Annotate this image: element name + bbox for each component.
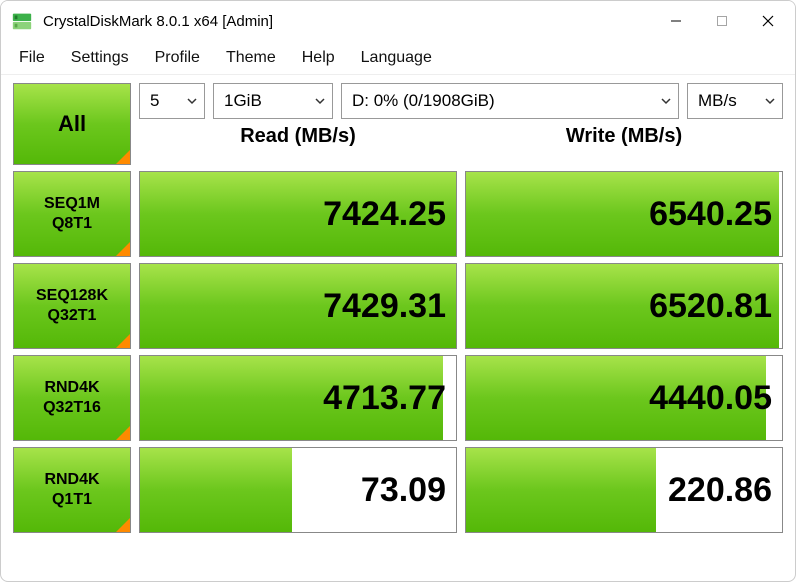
menu-profile[interactable]: Profile xyxy=(143,45,212,71)
read-cell: 73.09 xyxy=(139,447,457,533)
write-value: 4440.05 xyxy=(649,379,772,418)
size-select[interactable]: 1GiB xyxy=(213,83,333,119)
write-bar xyxy=(466,448,656,532)
read-value: 7424.25 xyxy=(323,195,446,234)
read-value: 4713.77 xyxy=(323,379,446,418)
write-cell: 6520.81 xyxy=(465,263,783,349)
row-label-line2: Q32T16 xyxy=(43,398,101,418)
maximize-button[interactable] xyxy=(699,1,745,41)
content-area: All 5 1GiB D: 0% (0/1908GiB) xyxy=(1,75,795,581)
menubar: File Settings Profile Theme Help Languag… xyxy=(1,41,795,75)
read-cell: 7429.31 xyxy=(139,263,457,349)
result-row: SEQ128KQ32T1 7429.31 6520.81 xyxy=(13,263,783,349)
write-header: Write (MB/s) xyxy=(465,125,783,148)
chevron-down-icon xyxy=(764,95,776,107)
unit-select[interactable]: MB/s xyxy=(687,83,783,119)
minimize-button[interactable] xyxy=(653,1,699,41)
chevron-down-icon xyxy=(660,95,672,107)
unit-value: MB/s xyxy=(698,91,737,111)
row-label-line1: RND4K xyxy=(44,378,99,398)
results-grid: SEQ1MQ8T1 7424.25 6540.25 SEQ128KQ32T1 7429.… xyxy=(13,171,783,569)
read-cell: 4713.77 xyxy=(139,355,457,441)
drive-select[interactable]: D: 0% (0/1908GiB) xyxy=(341,83,679,119)
menu-file[interactable]: File xyxy=(7,45,57,71)
chevron-down-icon xyxy=(314,95,326,107)
menu-theme[interactable]: Theme xyxy=(214,45,288,71)
read-header: Read (MB/s) xyxy=(139,125,457,148)
write-cell: 220.86 xyxy=(465,447,783,533)
runs-value: 5 xyxy=(150,91,159,111)
row-label-line1: RND4K xyxy=(44,470,99,490)
titlebar: CrystalDiskMark 8.0.1 x64 [Admin] xyxy=(1,1,795,41)
write-cell: 6540.25 xyxy=(465,171,783,257)
read-cell: 7424.25 xyxy=(139,171,457,257)
result-row: RND4KQ1T1 73.09 220.86 xyxy=(13,447,783,533)
run-test-button[interactable]: SEQ128KQ32T1 xyxy=(13,263,131,349)
menu-settings[interactable]: Settings xyxy=(59,45,141,71)
window-title: CrystalDiskMark 8.0.1 x64 [Admin] xyxy=(43,13,273,30)
write-value: 6540.25 xyxy=(649,195,772,234)
runs-select[interactable]: 5 xyxy=(139,83,205,119)
app-icon xyxy=(11,10,33,32)
result-row: RND4KQ32T16 4713.77 4440.05 xyxy=(13,355,783,441)
close-button[interactable] xyxy=(745,1,791,41)
row-label-line2: Q8T1 xyxy=(52,214,92,234)
write-cell: 4440.05 xyxy=(465,355,783,441)
run-test-button[interactable]: RND4KQ32T16 xyxy=(13,355,131,441)
drive-value: D: 0% (0/1908GiB) xyxy=(352,91,495,111)
menu-help[interactable]: Help xyxy=(290,45,347,71)
app-window: CrystalDiskMark 8.0.1 x64 [Admin] File S… xyxy=(0,0,796,582)
run-all-label: All xyxy=(58,111,86,137)
row-label-line2: Q32T1 xyxy=(48,306,97,326)
row-label-line2: Q1T1 xyxy=(52,490,92,510)
read-bar xyxy=(140,448,292,532)
result-row: SEQ1MQ8T1 7424.25 6540.25 xyxy=(13,171,783,257)
run-all-button[interactable]: All xyxy=(13,83,131,165)
read-value: 73.09 xyxy=(361,471,446,510)
write-value: 6520.81 xyxy=(649,287,772,326)
row-label-line1: SEQ1M xyxy=(44,194,100,214)
menu-language[interactable]: Language xyxy=(349,45,444,71)
run-test-button[interactable]: RND4KQ1T1 xyxy=(13,447,131,533)
size-value: 1GiB xyxy=(224,91,262,111)
row-label-line1: SEQ128K xyxy=(36,286,108,306)
read-value: 7429.31 xyxy=(323,287,446,326)
write-value: 220.86 xyxy=(668,471,772,510)
chevron-down-icon xyxy=(186,95,198,107)
run-test-button[interactable]: SEQ1MQ8T1 xyxy=(13,171,131,257)
